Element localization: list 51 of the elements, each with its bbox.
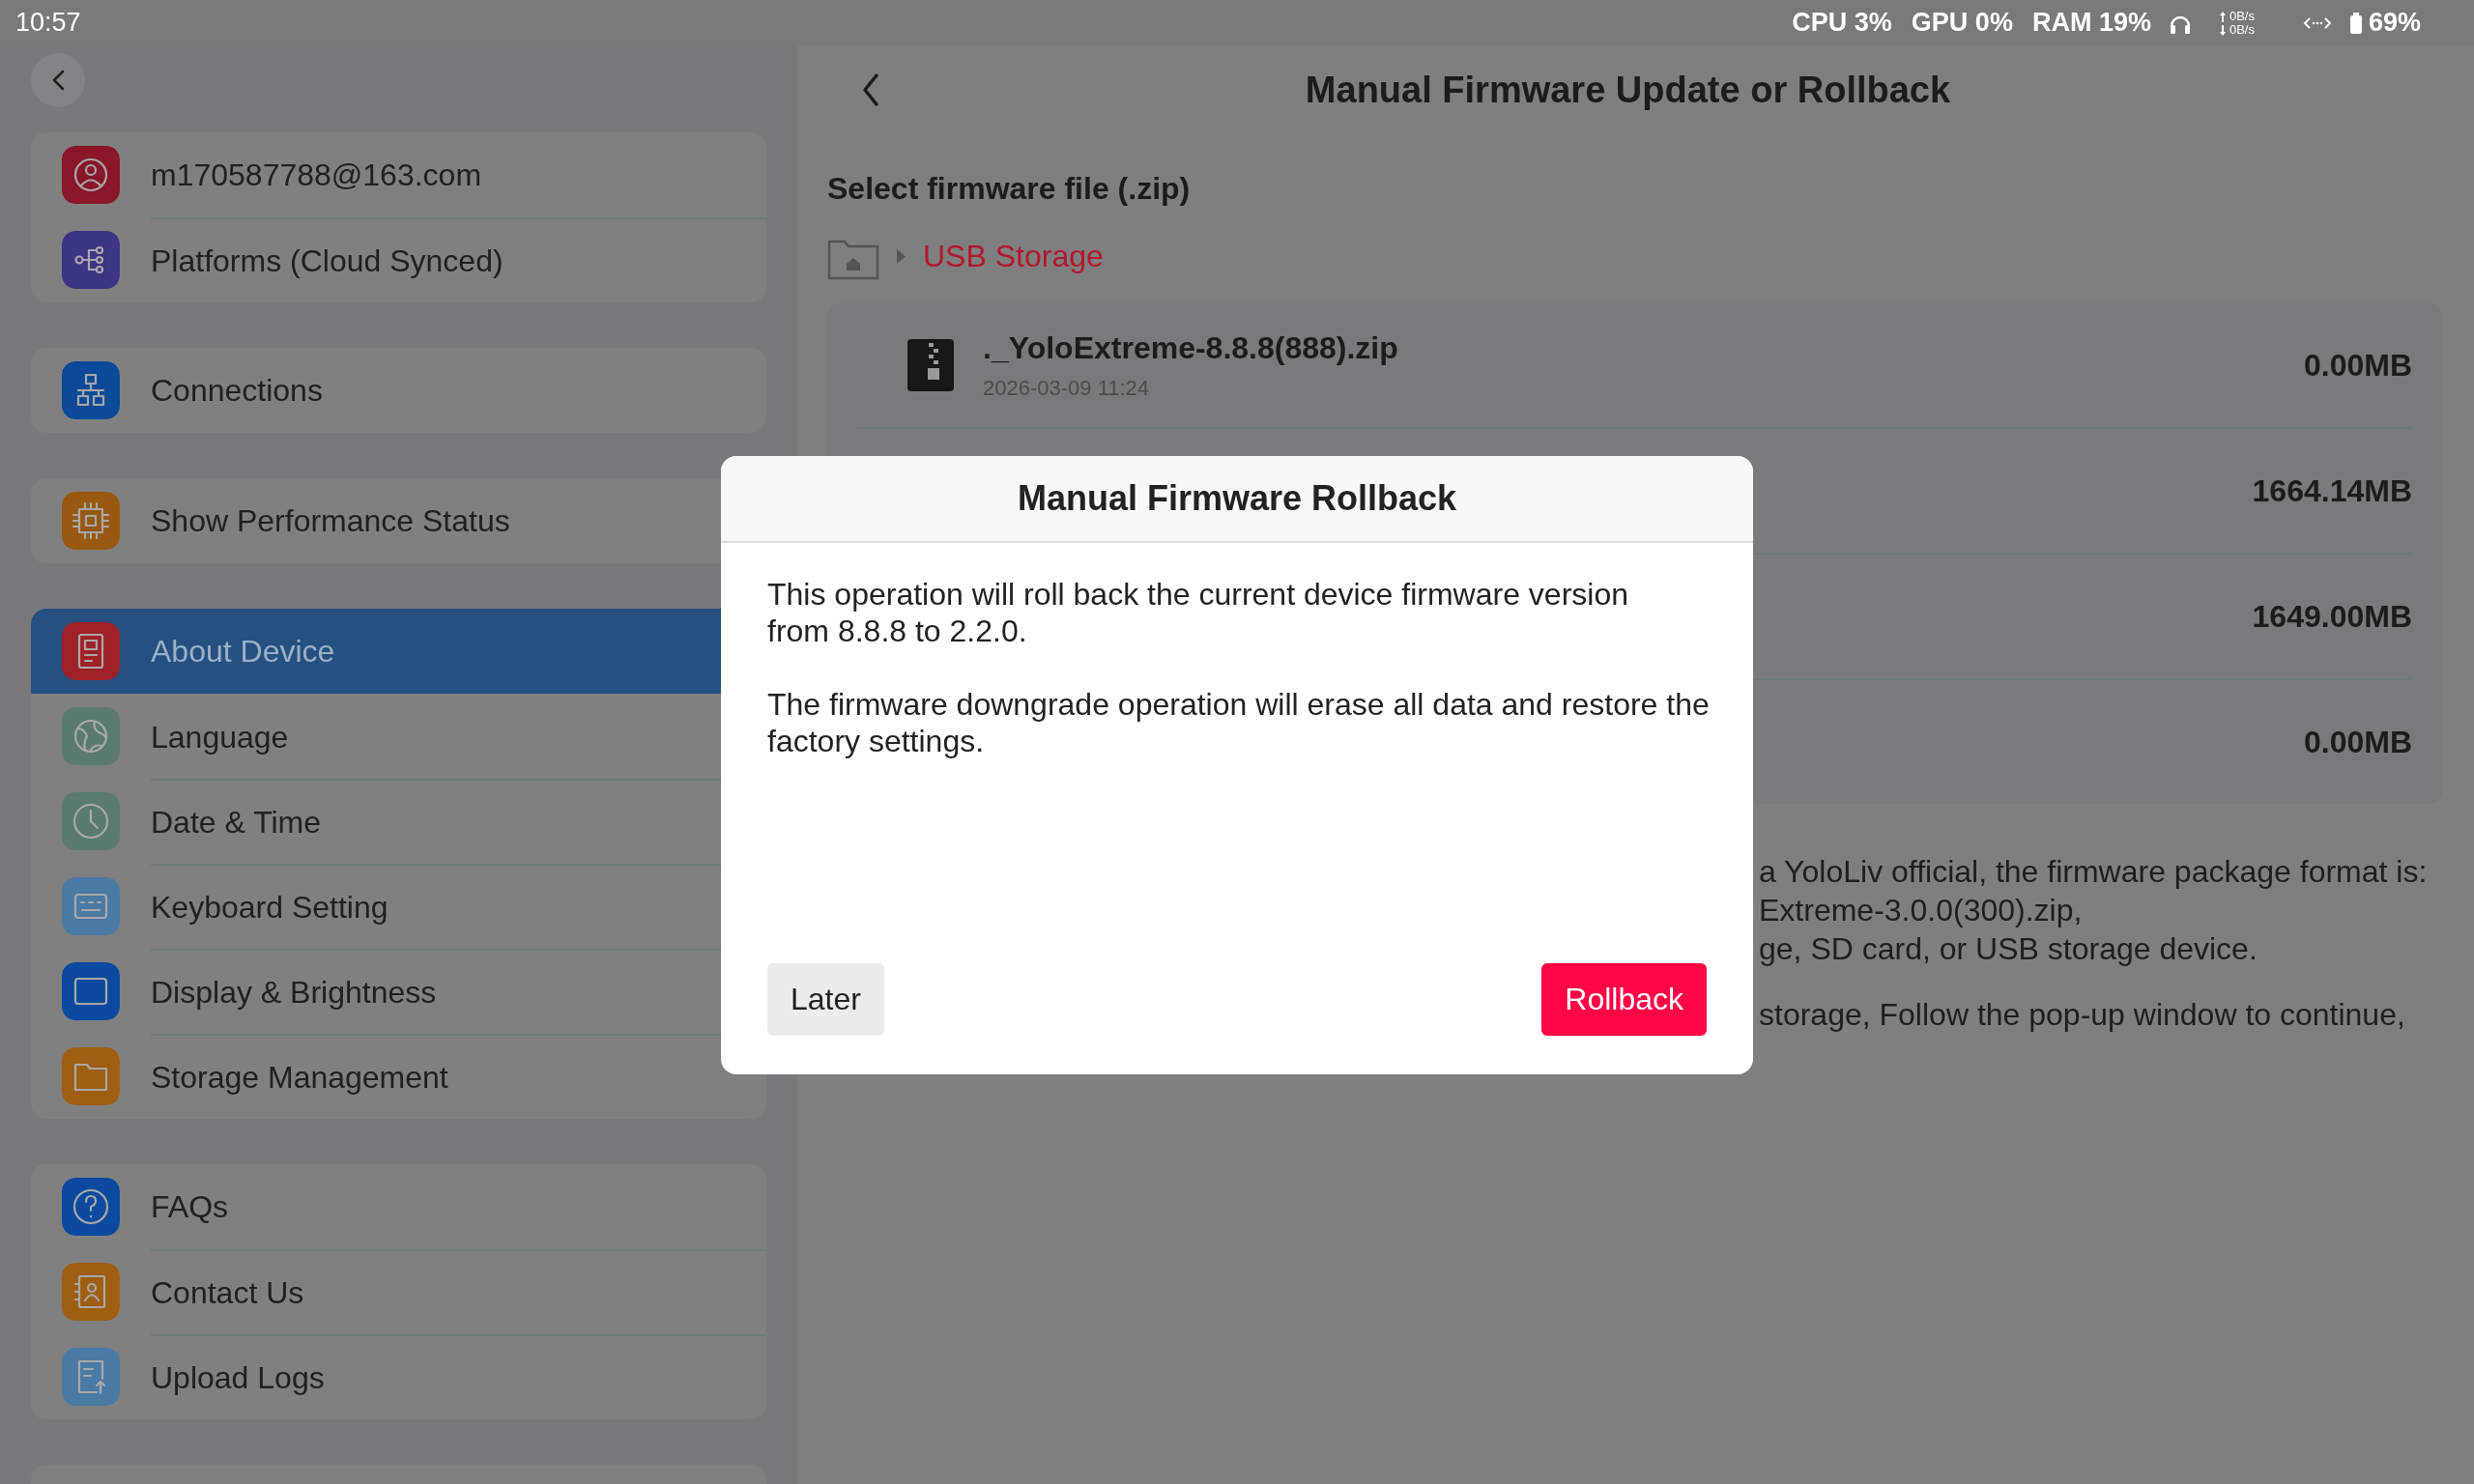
dialog-message: The firmware downgrade operation will erase all data and restore the factory settings.: [767, 686, 1711, 759]
document-icon: [62, 622, 120, 680]
download-speed: 0B/s: [2229, 22, 2255, 37]
settings-item[interactable]: Upload Logs: [31, 1334, 766, 1419]
note-text: storage, Follow the pop-up window to continue,: [1759, 996, 2406, 1034]
battery-level: 69%: [2368, 8, 2421, 38]
zip-file-icon: [907, 339, 954, 391]
status-reading: GPU 0%: [1911, 8, 2013, 38]
keyboard-icon: [62, 877, 120, 935]
settings-item[interactable]: m170587788@163.com: [31, 132, 766, 217]
display-icon: [62, 962, 120, 1020]
section-label: Select firmware file (.zip): [827, 171, 1192, 207]
settings-item[interactable]: Show Performance Status: [31, 478, 766, 563]
status-reading: CPU 3%: [1792, 8, 1892, 38]
chevron-left-icon: [860, 72, 881, 107]
file-size: 0.00MB: [2303, 347, 2412, 384]
rollback-button[interactable]: Rollback: [1541, 963, 1707, 1036]
file-name[interactable]: ._YoloExtreme-8.8.8(888).zip: [983, 329, 2304, 366]
settings-item[interactable]: Connections: [31, 348, 766, 433]
dialog-title: Manual Firmware Rollback: [721, 456, 1753, 543]
later-button[interactable]: Later: [767, 963, 884, 1036]
up-arrow-icon: [2218, 10, 2227, 22]
branch-icon: [62, 231, 120, 289]
breadcrumb-arrow-icon: [897, 248, 906, 264]
dialog-message: This operation will roll back the current device firmware version from 8.8.8 to 2.2.0.: [767, 576, 1629, 649]
status-time: 10:57: [15, 8, 81, 38]
back-button[interactable]: [860, 72, 881, 107]
clock-icon: [62, 792, 120, 850]
upload-speed: 0B/s: [2229, 9, 2255, 23]
settings-item[interactable]: Language: [31, 694, 766, 779]
question-icon: [62, 1178, 120, 1236]
settings-item[interactable]: Contact Us: [31, 1249, 766, 1334]
upload-document-icon: [62, 1348, 120, 1406]
contact-card-icon: [62, 1263, 120, 1321]
note-text: ge, SD card, or USB storage device.: [1759, 930, 2258, 968]
folder-icon: [62, 1047, 120, 1105]
battery-icon: [2348, 12, 2363, 34]
chip-icon: [62, 492, 120, 550]
settings-item[interactable]: FAQs: [31, 1164, 766, 1249]
person-icon: [62, 146, 120, 204]
status-reading: RAM 19%: [2031, 8, 2151, 38]
note-text: a YoloLiv official, the firmware package format is:: [1759, 853, 2429, 891]
file-size: 1664.14MB: [2252, 472, 2412, 509]
page-title: Manual Firmware Update or Rollback: [1304, 69, 1952, 111]
down-arrow-icon: [2218, 23, 2227, 36]
note-text: Extreme-3.0.0(300).zip,: [1759, 892, 2084, 929]
file-size: 1649.00MB: [2252, 598, 2412, 635]
globe-icon: [62, 707, 120, 765]
file-size: 0.00MB: [2303, 724, 2412, 760]
settings-item[interactable]: Platforms (Cloud Synced): [31, 217, 766, 302]
network-icon: [62, 361, 120, 419]
